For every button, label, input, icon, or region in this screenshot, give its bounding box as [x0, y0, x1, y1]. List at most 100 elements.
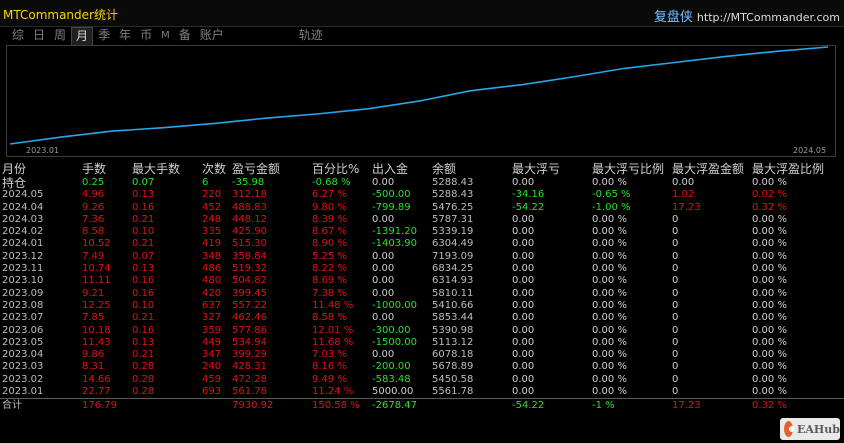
brand-url-link[interactable]: http://MTCommander.com — [697, 11, 840, 24]
cell: 2024.04 — [2, 201, 44, 213]
tab-2[interactable]: 周 — [50, 27, 70, 44]
cell: 0.00 % — [592, 312, 627, 324]
cell: 637 — [202, 299, 222, 311]
tab-10[interactable]: 轨迹 — [295, 27, 327, 44]
cell: 0.00 % — [752, 287, 787, 299]
cell: 6 — [202, 177, 209, 188]
cell: 0.32 % — [752, 201, 787, 213]
equity-chart-svg — [6, 45, 836, 157]
cell: 515.30 — [232, 238, 267, 250]
cell: 2023.12 — [2, 250, 44, 262]
cell: 0.28 — [132, 373, 155, 385]
cell: 348 — [202, 250, 222, 262]
cell: 0 — [672, 226, 679, 238]
cell: 0.00 % — [592, 324, 627, 336]
cell: 248 — [202, 213, 222, 225]
cell: 0 — [672, 263, 679, 275]
cell: 359 — [202, 324, 222, 336]
table-row: 2023.01 22.77 0.28 693 561.78 11.24 % 5000.00 5… — [0, 386, 844, 398]
tab-5[interactable]: 年 — [115, 27, 135, 44]
cell: 0.00 — [372, 250, 395, 262]
cell: 2023.07 — [2, 312, 44, 324]
cell: 5450.58 — [432, 373, 474, 385]
cell: -1391.20 — [372, 226, 417, 238]
cell: 0.00 — [372, 287, 395, 299]
cell: 504.82 — [232, 275, 267, 287]
cell: 0.00 — [372, 275, 395, 287]
cell: 11.24 % — [312, 386, 354, 398]
cell: 534.94 — [232, 336, 267, 348]
cell: 最大浮亏比例 — [592, 162, 665, 176]
cell: 0.00 — [512, 373, 535, 385]
cell: 10.52 — [82, 238, 111, 250]
cell: 0.13 — [132, 336, 155, 348]
cell: 0.00 — [512, 250, 535, 262]
equity-line — [9, 46, 829, 145]
cell: 0.00 — [512, 349, 535, 361]
cell: 8.16 % — [312, 361, 347, 373]
cell: 月份 — [2, 162, 27, 176]
cell: 462.46 — [232, 312, 267, 324]
cell: -300.00 — [372, 324, 411, 336]
tab-6[interactable]: 币 — [136, 27, 156, 44]
cell: 8.90 % — [312, 238, 347, 250]
cell: 0.00 % — [752, 386, 787, 398]
cell: 459 — [202, 373, 222, 385]
cell: 6078.18 — [432, 349, 474, 361]
cell: 1.02 — [672, 189, 695, 201]
cell: 0 — [672, 213, 679, 225]
cell: 0.00 % — [752, 263, 787, 275]
cell: 2023.10 — [2, 275, 44, 287]
cell: 次数 — [202, 162, 227, 176]
title-bar: MTCommander统计 复盘侠 http://MTCommander.com — [0, 0, 844, 27]
cell: -0.68 % — [312, 177, 351, 188]
cell: 7.85 — [82, 312, 105, 324]
cell: 0.13 — [132, 263, 155, 275]
cell: 7930.92 — [232, 400, 274, 412]
cell: 7193.09 — [432, 250, 474, 262]
cell: 472.28 — [232, 373, 267, 385]
cell: 0.00 — [512, 213, 535, 225]
cell: 240 — [202, 361, 222, 373]
tab-0[interactable]: 综 — [8, 27, 28, 44]
cell: 0.13 — [132, 189, 155, 201]
cell: 0.02 % — [752, 189, 787, 201]
cell: 577.86 — [232, 324, 267, 336]
brand-cn: 复盘侠 — [653, 10, 693, 25]
tab-7[interactable]: M — [157, 27, 174, 44]
tab-3[interactable]: 月 — [71, 27, 94, 45]
tab-9[interactable]: 账户 — [196, 27, 228, 44]
table-row: 2023.02 14.66 0.28 459 472.28 9.49 % -583.48 54… — [0, 374, 844, 386]
cell: -54.22 — [512, 400, 545, 412]
period-tabs: 综日周月季年币 M 备账户 轨迹 — [8, 27, 328, 45]
cell: 0 — [672, 312, 679, 324]
cell: 百分比% — [312, 162, 360, 176]
cell: 428.31 — [232, 361, 267, 373]
cell: 2024.03 — [2, 213, 44, 225]
tab-8[interactable]: 备 — [175, 27, 195, 44]
cell: 12.25 — [82, 299, 111, 311]
app-title: MTCommander统计 — [3, 8, 118, 22]
table-row: 2023.11 10.74 0.13 486 519.32 8.22 % 0.00 6834.… — [0, 263, 844, 275]
cell: -500.00 — [372, 189, 411, 201]
cell: 0.21 — [132, 213, 155, 225]
cell: 0.00 — [372, 177, 395, 188]
cell: -1500.00 — [372, 336, 417, 348]
tab-4[interactable]: 季 — [94, 27, 114, 44]
cell: 0.00 % — [752, 213, 787, 225]
table-row: 2024.02 8.58 0.10 335 425.90 8.67 % -1391.20 53… — [0, 226, 844, 238]
cell: 9.26 — [82, 201, 105, 213]
cell: 419 — [202, 238, 222, 250]
cell: 0.00 % — [752, 226, 787, 238]
cell: 0.00 % — [592, 349, 627, 361]
cell: 2023.04 — [2, 349, 44, 361]
table-row: 2023.07 7.85 0.21 327 462.46 8.58 % 0.00 5853.4… — [0, 312, 844, 324]
cell: 0.00 % — [752, 336, 787, 348]
cell: 2024.01 — [2, 238, 44, 250]
tab-1[interactable]: 日 — [29, 27, 49, 44]
cell: 5561.78 — [432, 386, 474, 398]
cell: 最大浮盈金额 — [672, 162, 745, 176]
cell: 8.58 % — [312, 312, 347, 324]
cell: 5339.19 — [432, 226, 474, 238]
stats-table: 月份 手数 最大手数 次数 盈亏金额 百分比% 出入金 余额 最大浮亏 最大浮亏比例 最大浮盈金额最… — [0, 162, 844, 413]
